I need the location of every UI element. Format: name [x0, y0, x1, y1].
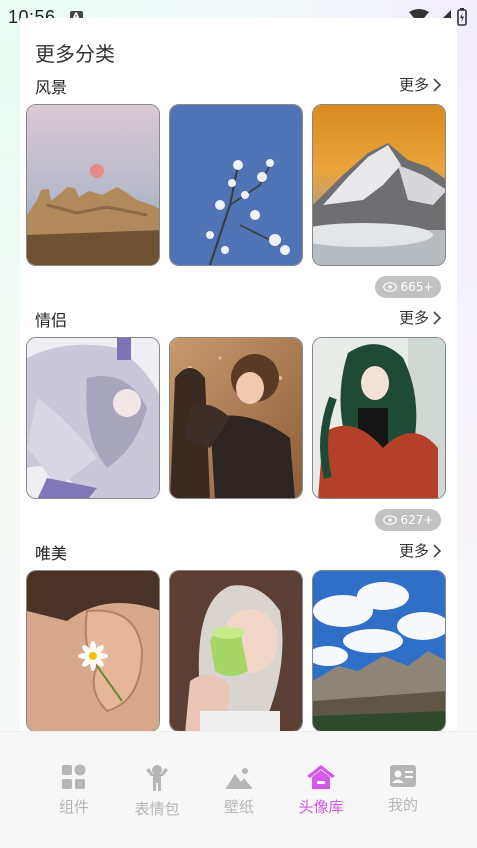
- tab-label: 壁纸: [223, 798, 254, 816]
- more-label: 更多: [398, 309, 429, 327]
- chevron-right-icon: [433, 310, 441, 325]
- views-badge: 665+: [375, 276, 441, 298]
- thumbnail-blossoms[interactable]: [169, 104, 303, 266]
- thumbnail-row: [26, 570, 451, 732]
- section-title: 唯美: [35, 544, 68, 563]
- thumbnail-illustrated-couple[interactable]: [169, 337, 303, 499]
- tab-label: 头像库: [298, 798, 344, 816]
- thumbnail-green-hair-girl[interactable]: [312, 337, 446, 499]
- tab-wallpaper[interactable]: 壁纸: [199, 764, 279, 817]
- more-label: 更多: [398, 76, 429, 94]
- moon-rocks-image: [27, 105, 159, 265]
- tab-widgets[interactable]: 组件: [34, 764, 114, 817]
- anime-couple-image: [27, 338, 159, 498]
- section-header: 情侣 更多: [20, 307, 457, 331]
- tab-label: 表情包: [134, 800, 180, 818]
- battery-icon: [457, 8, 467, 26]
- mountains-clouds-image: [313, 571, 445, 731]
- views-count: 665+: [400, 280, 434, 294]
- more-link-couples[interactable]: 更多: [399, 307, 441, 328]
- thumbnail-anime-couple[interactable]: [26, 337, 160, 499]
- eye-icon: [382, 515, 397, 525]
- more-link-scenery[interactable]: 更多: [399, 74, 441, 95]
- more-link-aesthetic[interactable]: 更多: [399, 540, 441, 561]
- thumbnail-ear-daisy[interactable]: [26, 570, 160, 732]
- category-card: 更多分类 风景 更多 665+ 情侣 更多 627+ 唯美 更多: [20, 18, 457, 738]
- thumbnail-mountains-clouds[interactable]: [312, 570, 446, 732]
- tab-label: 我的: [387, 796, 418, 814]
- thumbnail-row: [26, 337, 451, 499]
- green-hair-girl-image: [313, 338, 445, 498]
- eye-icon: [382, 282, 397, 292]
- tab-label: 组件: [58, 798, 89, 816]
- section-header: 风景 更多: [20, 74, 457, 98]
- person-emoji-icon: [146, 765, 168, 791]
- chevron-right-icon: [433, 543, 441, 558]
- home-icon: [307, 765, 335, 789]
- section-header: 唯美 更多: [20, 540, 457, 564]
- section-title: 情侣: [35, 311, 68, 330]
- landscape-icon: [226, 768, 252, 789]
- section-title: 风景: [35, 78, 68, 97]
- views-badge: 627+: [375, 509, 441, 531]
- thumbnail-girl-drink[interactable]: [169, 570, 303, 732]
- more-label: 更多: [398, 542, 429, 560]
- thumbnail-snow-mountain[interactable]: [312, 104, 446, 266]
- thumbnail-row: [26, 104, 451, 266]
- girl-drink-image: [170, 571, 302, 731]
- tab-stickers[interactable]: 表情包: [117, 764, 197, 819]
- tab-avatar-library[interactable]: 头像库: [281, 764, 361, 817]
- ear-daisy-image: [27, 571, 159, 731]
- tab-mine[interactable]: 我的: [363, 764, 443, 815]
- views-count: 627+: [400, 513, 434, 527]
- id-card-icon: [390, 765, 416, 787]
- illustrated-couple-image: [170, 338, 302, 498]
- background-edge: [457, 34, 477, 731]
- chevron-right-icon: [433, 77, 441, 92]
- bottom-tab-bar: 组件 表情包 壁纸 头像库 我的: [0, 731, 477, 848]
- widgets-icon: [62, 764, 86, 789]
- snow-mountain-image: [313, 105, 445, 265]
- page-title: 更多分类: [35, 42, 115, 66]
- thumbnail-pink-moon-rocks[interactable]: [26, 104, 160, 266]
- blossoms-image: [170, 105, 302, 265]
